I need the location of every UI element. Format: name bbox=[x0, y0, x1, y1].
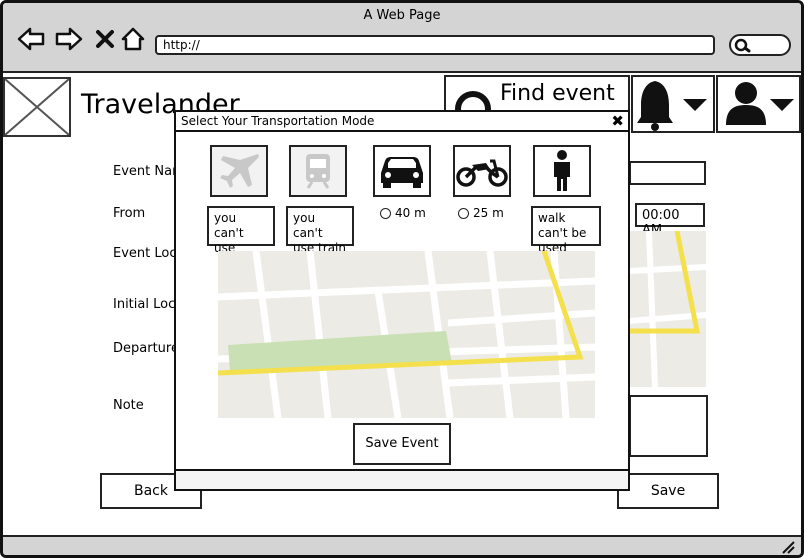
search-icon bbox=[734, 38, 751, 53]
forward-arrow-icon[interactable] bbox=[55, 25, 83, 53]
background-map bbox=[629, 231, 706, 387]
walk-mode-button[interactable] bbox=[533, 145, 591, 197]
walk-icon bbox=[554, 150, 570, 191]
walk-note: walk can't be used bbox=[531, 206, 601, 255]
motorcycle-icon bbox=[456, 159, 508, 187]
find-event-label: Find event bbox=[500, 81, 615, 106]
motorcycle-mode-button[interactable] bbox=[453, 145, 511, 197]
close-icon[interactable]: ✖ bbox=[611, 112, 624, 130]
status-bar bbox=[3, 535, 801, 555]
route-map[interactable] bbox=[218, 251, 595, 418]
airplane-note: you can't use bbox=[207, 206, 275, 255]
train-icon bbox=[306, 154, 330, 189]
stop-icon[interactable] bbox=[91, 25, 119, 53]
note-textarea[interactable] bbox=[629, 395, 708, 457]
browser-window: A Web Page http:// Travelander Find even… bbox=[0, 0, 804, 558]
car-duration-radio[interactable]: 40 m bbox=[380, 206, 426, 220]
bell-icon bbox=[637, 81, 707, 131]
radio-button[interactable] bbox=[458, 207, 469, 219]
dialog-footer bbox=[176, 469, 628, 489]
initial-location-label: Initial Loca bbox=[113, 297, 184, 312]
back-arrow-icon[interactable] bbox=[17, 25, 45, 53]
url-input[interactable]: http:// bbox=[155, 35, 715, 55]
home-icon[interactable] bbox=[119, 25, 147, 53]
car-mode-button[interactable] bbox=[373, 145, 431, 197]
user-menu-button[interactable] bbox=[716, 75, 801, 133]
event-name-input[interactable] bbox=[629, 161, 706, 185]
browser-toolbar: A Web Page http:// bbox=[3, 3, 801, 73]
notifications-button[interactable] bbox=[631, 75, 715, 133]
logo-image-placeholder bbox=[3, 77, 71, 137]
train-mode-button[interactable] bbox=[289, 145, 347, 197]
save-button[interactable]: Save bbox=[617, 473, 719, 509]
window-title: A Web Page bbox=[363, 8, 441, 23]
transport-mode-dialog: Select Your Transportation Mode ✖ you ca… bbox=[174, 110, 630, 491]
radio-button[interactable] bbox=[380, 207, 391, 219]
departure-label: Departure bbox=[113, 341, 179, 356]
motorcycle-duration-label: 25 m bbox=[473, 206, 504, 220]
train-note: you can't use train bbox=[286, 206, 354, 255]
motorcycle-duration-radio[interactable]: 25 m bbox=[458, 206, 504, 220]
note-label: Note bbox=[113, 398, 144, 413]
car-duration-label: 40 m bbox=[395, 206, 426, 220]
airplane-icon bbox=[220, 154, 259, 188]
dialog-title: Select Your Transportation Mode bbox=[176, 112, 628, 132]
car-icon bbox=[381, 157, 423, 188]
from-label: From bbox=[113, 206, 146, 221]
user-icon bbox=[726, 82, 794, 125]
resize-grip-icon[interactable] bbox=[781, 540, 795, 554]
airplane-mode-button[interactable] bbox=[210, 145, 268, 197]
to-time-input[interactable]: 00:00 AM bbox=[635, 203, 705, 238]
save-event-button[interactable]: Save Event bbox=[353, 423, 451, 465]
browser-search-field[interactable] bbox=[729, 34, 791, 56]
